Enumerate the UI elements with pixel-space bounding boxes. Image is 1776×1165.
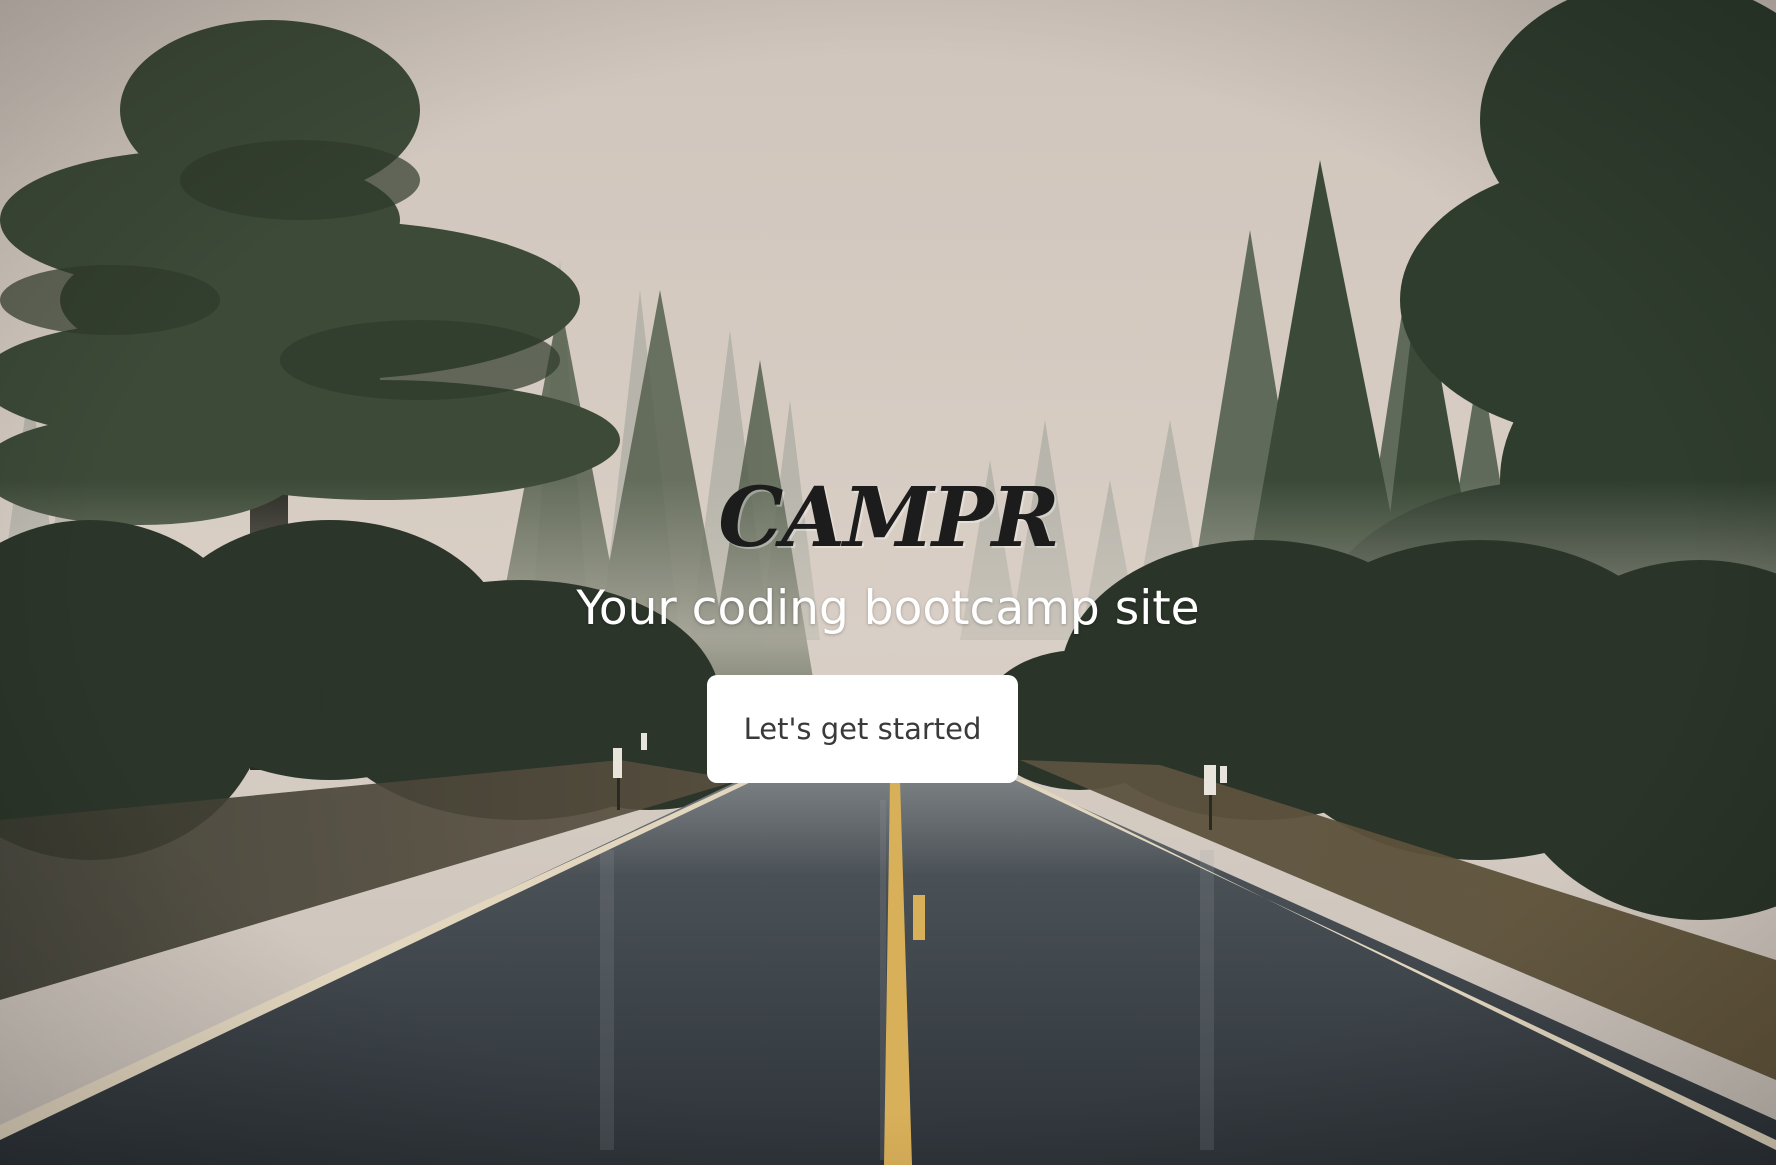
- tagline: Your coding bootcamp site: [576, 581, 1200, 636]
- hero-section: CAMPR Your coding bootcamp site Let's ge…: [0, 0, 1776, 1165]
- brand-title: CAMPR: [718, 470, 1059, 566]
- get-started-button[interactable]: Let's get started: [707, 675, 1018, 783]
